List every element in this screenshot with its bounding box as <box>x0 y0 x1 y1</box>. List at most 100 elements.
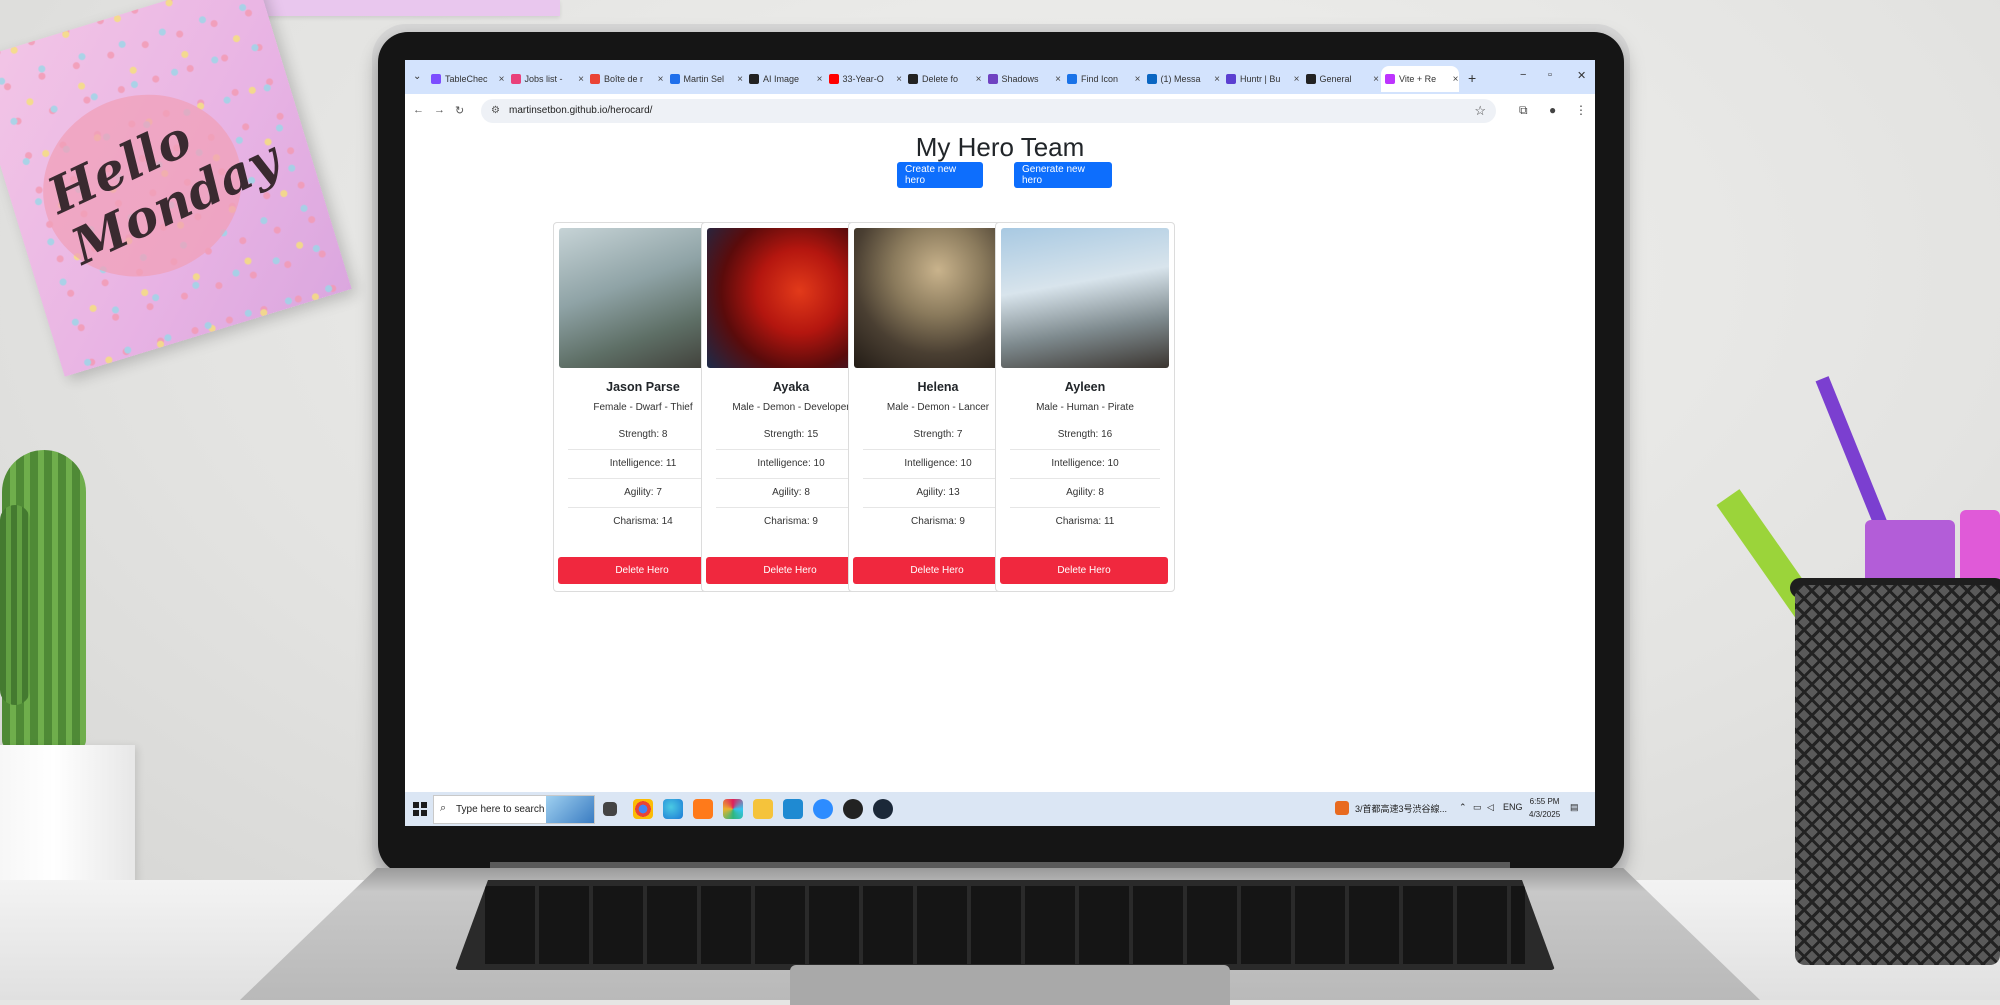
browser-tab[interactable]: Martin Sel × <box>666 66 743 92</box>
tab-search-chevron-icon[interactable]: ⌄ <box>413 71 421 82</box>
close-tab-icon[interactable]: × <box>973 74 982 85</box>
close-tab-icon[interactable]: × <box>496 74 505 85</box>
address-url[interactable]: martinsetbon.github.io/herocard/ <box>509 105 652 116</box>
tab-label: 33-Year-O <box>842 74 884 84</box>
taskbar-search-box[interactable]: ⌕ Type here to search <box>433 795 595 824</box>
browser-tab[interactable]: 33-Year-O × <box>825 66 902 92</box>
browser-tab[interactable]: Boîte de r × <box>586 66 664 92</box>
hero-stat-intelligence: Intelligence: 10 <box>1010 450 1160 479</box>
tab-favicon-icon <box>1067 74 1077 84</box>
browser-tab[interactable]: (1) Messa × <box>1143 66 1220 92</box>
hero-subtitle: Male - Human - Pirate <box>1036 402 1134 413</box>
app-orange-icon[interactable] <box>693 799 713 819</box>
close-tab-icon[interactable]: × <box>655 74 664 85</box>
reload-icon[interactable]: ↻ <box>455 104 464 117</box>
clock-time: 6:55 PM <box>1529 797 1560 806</box>
edge-icon[interactable] <box>663 799 683 819</box>
notification-icon[interactable]: ▤ <box>1570 802 1579 813</box>
browser-toolbar: ← → ↻ ⚙ martinsetbon.github.io/herocard/… <box>405 94 1595 129</box>
close-tab-icon[interactable]: × <box>734 74 743 85</box>
tab-favicon-icon <box>1385 74 1395 84</box>
tab-label: Find Icon <box>1081 74 1119 84</box>
browser-tab[interactable]: Shadows × <box>984 66 1061 92</box>
site-info-icon[interactable]: ⚙ <box>491 105 500 116</box>
vscode-icon[interactable] <box>783 799 803 819</box>
network-icon[interactable]: ▭ <box>1473 802 1482 813</box>
tab-favicon-icon <box>1305 74 1316 84</box>
back-arrow-icon[interactable]: ← <box>413 104 424 116</box>
browser-tab[interactable]: AI Image × <box>745 66 823 92</box>
bookmark-star-icon[interactable]: ☆ <box>1474 103 1486 119</box>
hero-stat-agility: Agility: 8 <box>716 479 866 508</box>
clock[interactable]: 6:55 PM 4/3/2025 <box>1529 795 1560 821</box>
browser-tab[interactable]: General × <box>1302 66 1379 92</box>
close-window-button[interactable]: ✕ <box>1577 69 1586 82</box>
cactus-arm <box>0 505 30 705</box>
hero-card: Ayleen Male - Human - Pirate Strength: 16 I… <box>995 222 1175 592</box>
hero-stat-charisma: Charisma: 11 <box>1055 516 1115 527</box>
browser-tab[interactable]: Find Icon × <box>1063 66 1141 92</box>
laptop-screen: ⌄ TableChec × Jobs list - × Boîte de r × Marti… <box>405 60 1595 826</box>
language-indicator[interactable]: ENG <box>1503 802 1523 812</box>
wakatime-icon[interactable] <box>843 799 863 819</box>
tab-label: Martin Sel <box>683 74 725 84</box>
forward-arrow-icon[interactable]: → <box>434 104 445 116</box>
volume-icon[interactable]: ◁ <box>1487 802 1494 813</box>
windows-start-icon[interactable] <box>413 802 427 816</box>
browser-tab[interactable]: TableChec × <box>427 66 505 92</box>
hero-stat-charisma: Charisma: 14 <box>613 516 673 527</box>
new-tab-button[interactable]: + <box>1468 70 1476 86</box>
create-hero-button[interactable]: Create new hero <box>897 162 983 188</box>
generate-hero-button[interactable]: Generate new hero <box>1014 162 1112 188</box>
browser-menu-icon[interactable]: ⋮ <box>1575 103 1587 117</box>
delete-hero-button[interactable]: Delete Hero <box>1000 557 1168 584</box>
pencil-cup <box>1795 585 2000 965</box>
page-title: My Hero Team <box>915 132 1085 162</box>
tab-favicon-icon <box>908 74 918 84</box>
file-explorer-icon[interactable] <box>753 799 773 819</box>
zoom-icon[interactable] <box>813 799 833 819</box>
search-icon: ⌕ <box>440 802 447 814</box>
windows-taskbar: ⌕ Type here to search 3/首都高速3号渋谷線... ⌃ ▭… <box>405 792 1595 826</box>
tab-favicon-icon <box>431 74 441 84</box>
close-tab-icon[interactable]: × <box>1370 74 1379 85</box>
chrome-icon[interactable] <box>633 799 653 819</box>
close-tab-icon[interactable]: × <box>1450 74 1459 85</box>
taskbar-search-placeholder[interactable]: Type here to search <box>456 804 544 815</box>
hero-stat-strength: Strength: 7 <box>863 421 1013 450</box>
extensions-icon[interactable]: ⧉ <box>1519 103 1528 118</box>
tray-chevron-icon[interactable]: ⌃ <box>1459 802 1467 813</box>
hero-team-page: My Hero Team Create new hero Generate ne… <box>405 128 1595 790</box>
tab-label: Jobs list - <box>524 74 563 84</box>
browser-tab[interactable]: Delete fo × <box>904 66 982 92</box>
close-tab-icon[interactable]: × <box>1132 74 1141 85</box>
tab-favicon-icon <box>669 74 680 84</box>
steam-icon[interactable] <box>873 799 893 819</box>
maximize-button[interactable]: ▫ <box>1548 69 1552 81</box>
close-tab-icon[interactable]: × <box>1211 74 1220 85</box>
hero-stat-strength: Strength: 16 <box>1010 421 1160 450</box>
hero-stat-charisma: Charisma: 9 <box>911 516 965 527</box>
address-bar[interactable]: ⚙ martinsetbon.github.io/herocard/ ☆ <box>481 99 1496 123</box>
browser-tab[interactable]: Vite + Re × <box>1381 66 1459 92</box>
news-ticker[interactable]: 3/首都高速3号渋谷線... <box>1355 802 1447 815</box>
task-view-icon[interactable] <box>603 802 617 816</box>
close-tab-icon[interactable]: × <box>575 74 584 85</box>
browser-tab[interactable]: Huntr | Bu × <box>1222 66 1300 92</box>
search-highlight-image <box>546 796 594 823</box>
profile-avatar[interactable]: ● <box>1549 103 1556 117</box>
tab-label: Boîte de r <box>604 74 644 84</box>
close-tab-icon[interactable]: × <box>893 74 902 85</box>
close-tab-icon[interactable]: × <box>1291 74 1300 85</box>
browser-tab[interactable]: Jobs list - × <box>507 66 584 92</box>
laptop-trackpad <box>790 965 1230 1005</box>
hero-stat-intelligence: Intelligence: 10 <box>863 450 1013 479</box>
hero-stat-intelligence: Intelligence: 10 <box>716 450 866 479</box>
slack-icon[interactable] <box>723 799 743 819</box>
minimize-button[interactable]: − <box>1520 69 1526 81</box>
close-tab-icon[interactable]: × <box>814 74 823 85</box>
weather-news-icon[interactable] <box>1335 801 1349 815</box>
close-tab-icon[interactable]: × <box>1052 74 1061 85</box>
hero-name: Ayleen <box>1064 380 1106 394</box>
tab-favicon-icon <box>1146 74 1157 84</box>
